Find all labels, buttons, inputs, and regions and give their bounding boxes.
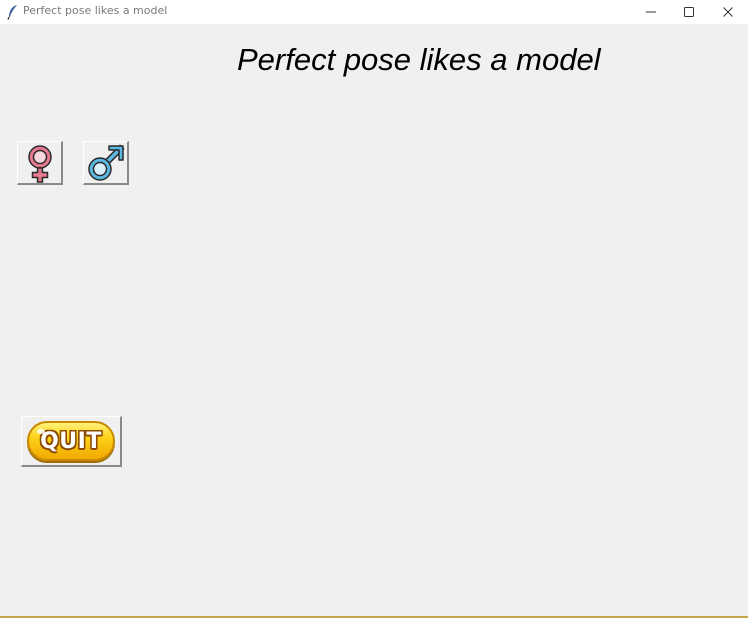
- quit-shine: [37, 429, 45, 434]
- window-title: Perfect pose likes a model: [23, 4, 168, 17]
- maximize-icon: [684, 7, 694, 17]
- quit-button[interactable]: QUIT: [21, 416, 122, 467]
- female-symbol-icon: [27, 144, 52, 183]
- minimize-icon: [646, 11, 656, 13]
- close-button[interactable]: [709, 0, 747, 24]
- male-symbol-icon: [87, 143, 125, 181]
- quit-button-label: QUIT: [40, 428, 102, 454]
- male-button[interactable]: [83, 141, 129, 185]
- feather-icon: [7, 5, 17, 20]
- page-title: Perfect pose likes a model: [237, 42, 601, 77]
- close-icon: [723, 7, 733, 17]
- maximize-button[interactable]: [670, 0, 708, 24]
- app-window: Perfect pose likes a model Perfect pose …: [0, 0, 748, 618]
- minimize-button[interactable]: [632, 0, 670, 24]
- title-bar[interactable]: Perfect pose likes a model: [0, 0, 748, 24]
- quit-button-graphic: QUIT: [27, 421, 115, 461]
- female-button[interactable]: [17, 141, 63, 185]
